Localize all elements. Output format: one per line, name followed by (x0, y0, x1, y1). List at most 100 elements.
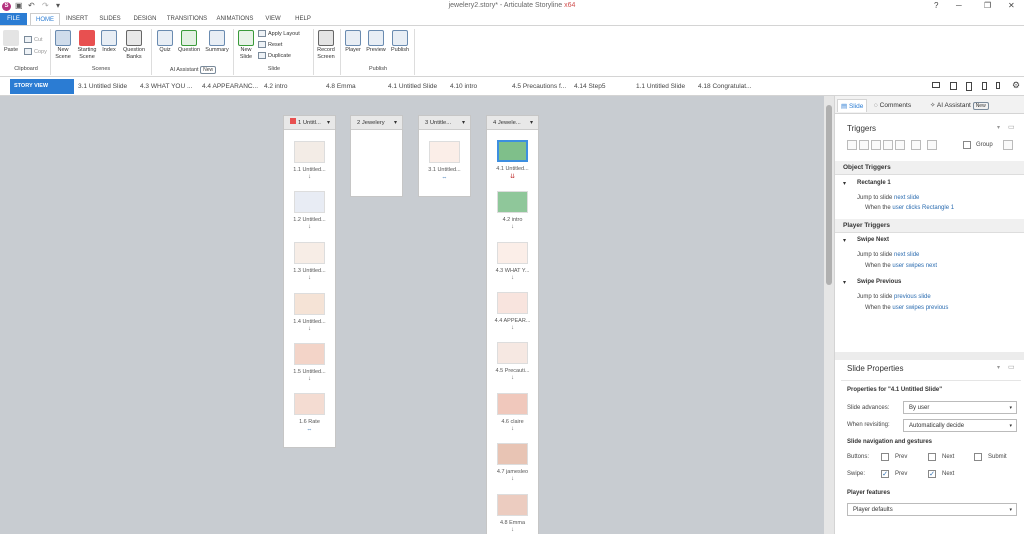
slide-thumbnail[interactable] (497, 443, 528, 465)
scene-header[interactable]: 2 Jewelery ▾ (351, 116, 402, 130)
phone-portrait-icon[interactable] (982, 82, 987, 90)
slide-item[interactable]: 1.5 Untitled... ↓ (284, 343, 335, 382)
tab-home[interactable]: HOME (30, 13, 60, 25)
slide-item[interactable]: 1.4 Untitled... ↓ (284, 293, 335, 332)
open-tab[interactable]: 4.14 Step5 (574, 83, 605, 90)
slide-thumbnail[interactable] (294, 293, 325, 315)
slide-advances-select[interactable]: By user ▾ (903, 401, 1017, 414)
slide-item[interactable]: 1.3 Untitled... ↓ (284, 242, 335, 281)
tab-ai-assistant[interactable]: ✧ AI Assistant New (927, 99, 992, 112)
tab-file[interactable]: FILE (0, 13, 27, 25)
apply-layout-button[interactable]: Apply Layout (258, 30, 300, 37)
copy-trigger-icon[interactable] (871, 140, 881, 150)
close-button[interactable]: ✕ (1008, 1, 1015, 10)
publish-button[interactable]: Publish (389, 30, 411, 54)
chevron-down-icon[interactable]: ▾ (327, 116, 330, 130)
tab-help[interactable]: HELP (291, 13, 315, 25)
collapse-panel-icon[interactable]: ▭ (1008, 123, 1015, 131)
trigger-condition[interactable]: When the user swipes previous (865, 305, 948, 311)
tab-slide-panel[interactable]: ▤ Slide (837, 99, 868, 112)
trigger-action[interactable]: Jump to slide next slide (857, 252, 919, 258)
panel-menu-icon[interactable]: ▾ (997, 124, 1000, 131)
open-tab[interactable]: 4.1 Untitled Slide (388, 83, 437, 90)
tab-insert[interactable]: INSERT (62, 13, 92, 25)
scene-header[interactable]: 3 Untitle... ▾ (419, 116, 470, 130)
gear-icon[interactable]: ⚙ (1012, 80, 1020, 91)
slide-thumbnail[interactable] (294, 393, 325, 415)
slide-thumbnail[interactable] (429, 141, 460, 163)
starting-scene-button[interactable]: Starting Scene (76, 30, 98, 60)
trigger-action[interactable]: Jump to slide previous slide (857, 294, 931, 300)
open-tab[interactable]: 4.10 intro (450, 83, 477, 90)
slide-thumbnail[interactable] (497, 140, 528, 162)
player-button[interactable]: Player (343, 30, 363, 54)
tab-animations[interactable]: ANIMATIONS (212, 13, 258, 25)
slide-item[interactable]: 4.1 Untitled... ⇊ (487, 140, 538, 180)
trigger-settings-icon[interactable] (1003, 140, 1013, 150)
scene-header[interactable]: 4 Jewele... ▾ (487, 116, 538, 130)
slide-item[interactable]: 4.4 APPEAR... ↓ (487, 292, 538, 331)
tablet-landscape-icon[interactable] (950, 82, 957, 90)
tablet-portrait-icon[interactable] (966, 82, 972, 91)
panel-splitter[interactable] (835, 352, 1024, 360)
help-icon[interactable]: ? (934, 1, 938, 10)
scene-card[interactable]: 4 Jewele... ▾ 4.1 Untitled... ⇊ 4.2 intro ↓… (486, 115, 539, 534)
slide-thumbnail[interactable] (497, 191, 528, 213)
slide-item[interactable]: 3.1 Untitled... ⇔ (419, 141, 470, 181)
open-tab[interactable]: 1.1 Untitled Slide (636, 83, 685, 90)
swipe-prev-checkbox[interactable]: ✓ (881, 470, 889, 478)
chevron-down-icon[interactable]: ▾ (530, 116, 533, 130)
slide-item[interactable]: 1.6 Rate ⇔ (284, 393, 335, 433)
slide-thumbnail[interactable] (294, 141, 325, 163)
open-tab[interactable]: 4.18 Congratulat... (698, 83, 751, 90)
minimize-button[interactable]: ─ (956, 1, 962, 10)
slide-thumbnail[interactable] (294, 242, 325, 264)
slide-thumbnail[interactable] (497, 494, 528, 516)
player-features-select[interactable]: Player defaults ▾ (847, 503, 1017, 516)
new-slide-button[interactable]: New Slide (236, 30, 256, 60)
slide-item[interactable]: 4.8 Emma ↓ (487, 494, 538, 533)
tab-slides[interactable]: SLIDES (95, 13, 125, 25)
duplicate-button[interactable]: Duplicate (258, 52, 291, 59)
chevron-down-icon[interactable]: ▾ (462, 116, 465, 130)
prev-button-checkbox[interactable] (881, 453, 889, 461)
tab-design[interactable]: DESIGN (128, 13, 162, 25)
phone-landscape-icon[interactable] (996, 82, 1000, 89)
slide-thumbnail[interactable] (497, 292, 528, 314)
delete-trigger-icon[interactable] (911, 140, 921, 150)
edit-trigger-icon[interactable] (859, 140, 869, 150)
group-checkbox[interactable] (963, 141, 971, 149)
tab-transitions[interactable]: TRANSITIONS (164, 13, 210, 25)
paste-button[interactable]: Paste (2, 30, 20, 54)
preview-button[interactable]: Preview (365, 30, 387, 54)
reset-button[interactable]: Reset (258, 41, 282, 48)
slide-item[interactable]: 4.7 jamesleo ↓ (487, 443, 538, 482)
slide-thumbnail[interactable] (294, 343, 325, 365)
slide-item[interactable]: 1.2 Untitled... ↓ (284, 191, 335, 230)
collapse-icon[interactable]: ▾ (843, 237, 846, 244)
slide-item[interactable]: 4.6 claire ↓ (487, 393, 538, 432)
submit-button-checkbox[interactable] (974, 453, 982, 461)
index-button[interactable]: Index (100, 30, 118, 54)
open-tab[interactable]: 3.1 Untitled Slide (78, 83, 127, 90)
summary-button[interactable]: Summary (204, 30, 230, 54)
restore-button[interactable]: ❐ (984, 1, 991, 10)
trigger-condition[interactable]: When the user swipes next (865, 263, 937, 269)
trigger-condition[interactable]: When the user clicks Rectangle 1 (865, 205, 954, 211)
open-tab[interactable]: 4.5 Precautions f... (512, 83, 566, 90)
question-button[interactable]: Question (177, 30, 201, 54)
tab-comments[interactable]: ◌ Comments (871, 99, 914, 112)
collapse-icon[interactable]: ▾ (843, 180, 846, 187)
slide-item[interactable]: 4.5 Precauti... ↓ (487, 342, 538, 381)
scene-header[interactable]: 1 Untitl... ▾ (284, 116, 335, 130)
collapse-panel-icon[interactable]: ▭ (1008, 363, 1015, 371)
scrollbar-thumb[interactable] (826, 105, 832, 285)
paste-trigger-icon[interactable] (883, 140, 893, 150)
copy-button[interactable]: Copy (24, 48, 47, 55)
cut-button[interactable]: Cut (24, 36, 43, 43)
panel-menu-icon[interactable]: ▾ (997, 364, 1000, 371)
next-button-checkbox[interactable] (928, 453, 936, 461)
scene-card[interactable]: 2 Jewelery ▾ (350, 115, 403, 197)
slide-thumbnail[interactable] (497, 342, 528, 364)
scene-card[interactable]: 1 Untitl... ▾ 1.1 Untitled... ↓ 1.2 Untitl… (283, 115, 336, 448)
